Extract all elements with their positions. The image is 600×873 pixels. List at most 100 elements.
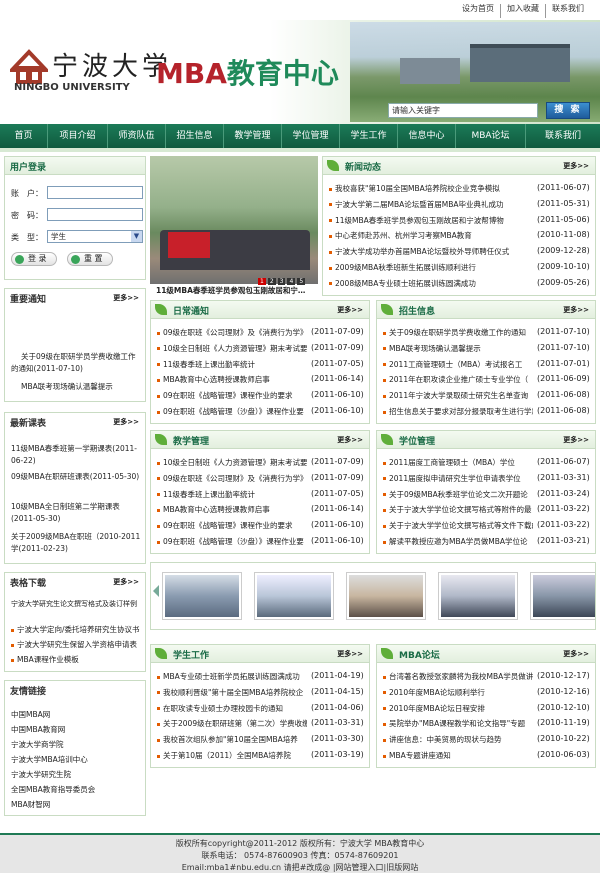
daily-item[interactable]: 09在职班《战略管理（沙盘）》课程作业要 (157, 406, 307, 417)
form-item-3[interactable]: 宁波大学研究生保留入学资格申请表 (11, 639, 143, 650)
degree-item[interactable]: 关于宁波大学学位论文撰写格式等附件的最 (383, 504, 533, 515)
news-item[interactable]: 2008级MBA专业硕士班拓展训练圆满成功 (329, 278, 525, 289)
account-field[interactable] (47, 186, 143, 199)
search-input[interactable] (388, 103, 538, 118)
forum-item[interactable]: 吴院举办"MBA课程教学和论文指导"专题 (383, 718, 533, 729)
enroll-item[interactable]: 2011工商管理硕士（MBA）考试报名工 (383, 359, 533, 370)
nav-student[interactable]: 学生工作 (340, 124, 398, 148)
enroll-item[interactable]: 招生信息关于要求对部分报录取考生进行学籍 (383, 406, 533, 417)
friend-link[interactable]: 宁波大学商学院 (11, 739, 64, 750)
form-item-4[interactable]: MBA课程作业模板 (11, 654, 143, 665)
degree-item[interactable]: 2011届度拟申请研究生学位申请表学位 (383, 473, 533, 484)
course-item-4[interactable]: 关于2009级MBA在职班（2010-2011学(2011-02-23) (11, 531, 143, 555)
login-button[interactable]: 登 录 (11, 252, 57, 266)
nav-home[interactable]: 首页 (0, 124, 48, 148)
news-photo[interactable] (150, 156, 318, 284)
student-item[interactable]: 在职攻读专业硕士办理校园卡的通知 (157, 703, 307, 714)
course-item-2[interactable]: 09级MBA在职研班课表(2011-05-30) (11, 471, 143, 483)
teaching-item[interactable]: 09级在职班《公司理财》及《消费行为学》 (157, 473, 307, 484)
gallery-thumb-5[interactable] (530, 572, 595, 620)
enroll-more-link[interactable]: 更多>> (563, 305, 589, 315)
friend-link[interactable]: 宁波大学MBA培训中心 (11, 754, 88, 765)
nav-teaching[interactable]: 教学管理 (224, 124, 282, 148)
degree-item[interactable]: 解读平教授应邀为MBA学员做MBA学位论 (383, 536, 533, 547)
set-homepage-link[interactable]: 设为首页 (456, 4, 500, 18)
news-item[interactable]: 我校喜获"第10届全国MBA培养院校企业竞争模拟 (329, 183, 525, 194)
enroll-item[interactable]: 2011年宁波大学录取硕士研究生名单查询 (383, 390, 533, 401)
important-item-1[interactable]: 关于09级在职研学员学费收缴工作的通知(2011-07-10) (11, 351, 141, 375)
degree-item[interactable]: 2011届度工商管理硕士（MBA）学位 (383, 457, 533, 468)
reset-button[interactable]: 重 置 (67, 252, 113, 266)
enroll-item[interactable]: 2011年在职攻读企业推广硕士专业学位（ (383, 374, 533, 385)
daily-item[interactable]: MBA教育中心选聘授课教师启事 (157, 374, 307, 385)
daily-more-link[interactable]: 更多>> (337, 305, 363, 315)
nav-contact[interactable]: 联系我们 (526, 124, 600, 148)
student-item[interactable]: 我校顺利晋级"第十届全国MBA培养院校企 (157, 687, 307, 698)
forum-item[interactable]: 2010年度MBA论坛顺利举行 (383, 687, 533, 698)
teaching-item[interactable]: MBA教育中心选聘授课教师启事 (157, 504, 307, 515)
news-more-link[interactable]: 更多>> (563, 161, 589, 171)
pager-3[interactable]: 3 (277, 278, 286, 285)
user-type-select[interactable]: 学生 ▼ (47, 230, 143, 243)
nav-info[interactable]: 信息中心 (398, 124, 456, 148)
student-item[interactable]: 关于第10届（2011）全国MBA培养院 (157, 750, 307, 761)
nav-project[interactable]: 项目介绍 (48, 124, 108, 148)
photo-caption[interactable]: 11级MBA春季班学员参观包玉刚故居和宁… (156, 285, 322, 296)
news-item[interactable]: 11级MBA春季班学员参观包玉刚故居和宁波帮博物 (329, 215, 525, 226)
daily-item[interactable]: 09在职班《战略管理》课程作业的要求 (157, 390, 307, 401)
pager-1[interactable]: 1 (258, 278, 266, 285)
friend-link[interactable]: 中国MBA网 (11, 709, 50, 720)
news-item[interactable]: 宁波大学成功举办首届MBA论坛暨校外导师聘任仪式 (329, 246, 525, 257)
arrow-left-icon[interactable] (153, 585, 159, 597)
daily-item[interactable]: 10级全日制班《人力资源管理》期末考试要 (157, 343, 307, 354)
pager-5[interactable]: 5 (297, 278, 306, 285)
teaching-item[interactable]: 09在职班《战略管理（沙盘）》课程作业要 (157, 536, 307, 547)
nav-forum[interactable]: MBA论坛 (456, 124, 526, 148)
news-item[interactable]: 中心老师赴苏州、杭州学习考察MBA教育 (329, 230, 525, 241)
enroll-item[interactable]: MBA联考现场确认温馨提示 (383, 343, 533, 354)
enroll-item[interactable]: 关于09级在职研学员学费收缴工作的通知 (383, 327, 533, 338)
teaching-more-link[interactable]: 更多>> (337, 435, 363, 445)
form-item-2[interactable]: 宁波大学定向/委托培养研究生协议书 (11, 624, 143, 635)
nav-admission[interactable]: 招生信息 (166, 124, 224, 148)
forum-more-link[interactable]: 更多>> (563, 649, 589, 659)
forum-item[interactable]: 2010年度MBA论坛日程安排 (383, 703, 533, 714)
student-item[interactable]: 关于2009级在职研班第（第二次）学费收缴 (157, 718, 307, 729)
search-button[interactable]: 搜 索 (546, 102, 590, 119)
degree-more-link[interactable]: 更多>> (563, 435, 589, 445)
password-field[interactable] (47, 208, 143, 221)
gallery-thumb-3[interactable] (346, 572, 426, 620)
gallery-thumb-4[interactable] (438, 572, 518, 620)
gallery-thumb-2[interactable] (254, 572, 334, 620)
nav-faculty[interactable]: 师资队伍 (108, 124, 166, 148)
news-item[interactable]: 2009级MBA秋季班新生拓展训练顺利进行 (329, 262, 525, 273)
course-item-1[interactable]: 11级MBA春季班第一学期课表(2011-06-22) (11, 443, 143, 467)
degree-item[interactable]: 关于宁波大学学位论文撰写格式等文件下载的 (383, 520, 533, 531)
pager-2[interactable]: 2 (267, 278, 276, 285)
friend-link[interactable]: 宁波大学研究生院 (11, 769, 71, 780)
friend-link[interactable]: 中国MBA教育网 (11, 724, 65, 735)
friend-link[interactable]: 全国MBA教育指导委员会 (11, 784, 95, 795)
degree-item[interactable]: 关于09级MBA秋季班学位论文二次开题论 (383, 489, 533, 500)
add-favorite-link[interactable]: 加入收藏 (500, 4, 545, 18)
course-item-3[interactable]: 10级MBA全日制班第二学期课表(2011-05-30) (11, 501, 143, 525)
forms-more-link[interactable]: 更多>> (113, 577, 139, 587)
important-more-link[interactable]: 更多>> (113, 293, 139, 303)
forum-item[interactable]: MBA专题讲座通知 (383, 750, 533, 761)
important-item-2[interactable]: MBA联考现场确认温馨提示 (21, 381, 113, 392)
nav-degree[interactable]: 学位管理 (282, 124, 340, 148)
student-item[interactable]: MBA专业硕士班新学员拓展训练圆满成功 (157, 671, 307, 682)
form-item-1[interactable]: 宁波大学研究生论文撰写格式及装订样例 (11, 599, 143, 621)
teaching-item[interactable]: 11级春季班上课出勤率统计 (157, 489, 307, 500)
news-item[interactable]: 宁波大学第二届MBA论坛暨首届MBA毕业典礼成功 (329, 199, 525, 210)
student-item[interactable]: 我校首次组队参加"第10届全国MBA培养 (157, 734, 307, 745)
daily-item[interactable]: 11级春季班上课出勤率统计 (157, 359, 307, 370)
courses-more-link[interactable]: 更多>> (113, 417, 139, 427)
gallery-thumb-1[interactable] (162, 572, 242, 620)
teaching-item[interactable]: 09在职班《战略管理》课程作业的要求 (157, 520, 307, 531)
daily-item[interactable]: 09级在职班《公司理财》及《消费行为学》 (157, 327, 307, 338)
student-more-link[interactable]: 更多>> (337, 649, 363, 659)
forum-item[interactable]: 台湾著名教授张家麟将为我校MBA学员做讲 (383, 671, 533, 682)
teaching-item[interactable]: 10级全日制班《人力资源管理》期末考试要 (157, 457, 307, 468)
pager-4[interactable]: 4 (287, 278, 296, 285)
